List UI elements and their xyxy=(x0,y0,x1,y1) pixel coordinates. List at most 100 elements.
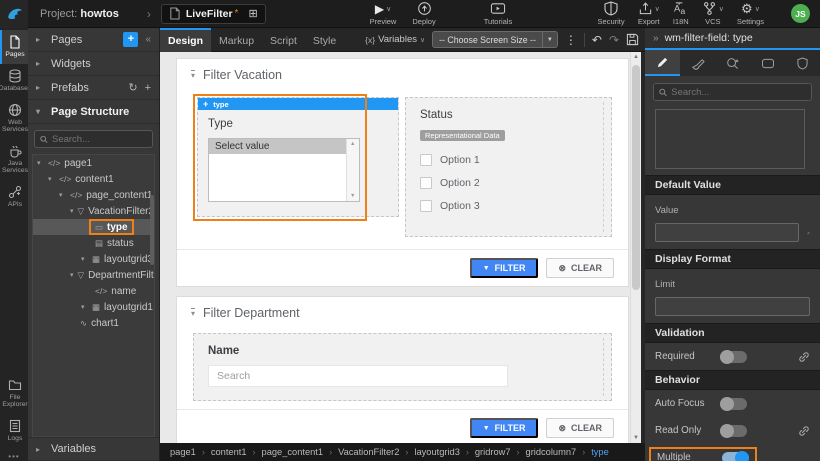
screen-size-select[interactable]: -- Choose Screen Size -- ▼ xyxy=(432,31,558,48)
scroll-up-icon[interactable]: ▲ xyxy=(633,54,639,60)
collapse-panel-icon[interactable]: « xyxy=(145,34,151,45)
section-pages[interactable]: ▸ Pages + « xyxy=(28,28,159,52)
page-structure-search[interactable] xyxy=(34,130,153,148)
filter-button[interactable]: ▼ FILTER xyxy=(470,418,539,438)
scroll-up-icon[interactable]: ▲ xyxy=(350,141,355,147)
crumb-page-content1[interactable]: page_content1 xyxy=(262,447,324,457)
required-toggle[interactable] xyxy=(720,351,747,363)
user-avatar[interactable]: JS xyxy=(791,4,810,23)
checkbox-option-2[interactable]: Option 2 xyxy=(420,177,597,189)
add-page-button[interactable]: + xyxy=(123,32,138,47)
i18n-button[interactable]: Aa I18N xyxy=(673,1,689,26)
tab-design[interactable]: Design xyxy=(160,28,211,52)
filter-button[interactable]: ▼ FILTER xyxy=(470,258,539,278)
clear-button[interactable]: ⊗ CLEAR xyxy=(546,258,614,278)
bind-link-icon[interactable] xyxy=(798,351,810,363)
selected-widget-bar[interactable]: + type xyxy=(198,98,398,110)
tab-inspect[interactable] xyxy=(715,50,750,76)
add-prefab-icon[interactable]: + xyxy=(145,82,151,94)
caret-down-icon[interactable]: ▾ xyxy=(59,191,66,199)
name-search-input[interactable] xyxy=(208,365,508,387)
read-only-toggle[interactable] xyxy=(720,425,747,437)
tab-markup[interactable]: Markup xyxy=(211,28,262,52)
caret-down-icon[interactable]: ▾ xyxy=(81,255,88,263)
bind-link-icon[interactable] xyxy=(798,425,810,437)
tree-item-page1[interactable]: ▾ </> page1 xyxy=(33,155,154,171)
checkbox-option-3[interactable]: Option 3 xyxy=(420,200,597,212)
tree-item-layoutgrid1[interactable]: ▾ ▦ layoutgrid1 xyxy=(33,299,154,315)
page-tab-livefilter[interactable]: LiveFilter * ⊞ xyxy=(161,4,266,24)
page-switcher-icon[interactable]: ⊞ xyxy=(248,7,257,20)
tab-style[interactable]: Style xyxy=(305,28,344,52)
scroll-down-icon[interactable]: ▼ xyxy=(633,435,639,441)
limit-input[interactable] xyxy=(655,297,810,316)
caret-down-icon[interactable]: ▾ xyxy=(81,303,88,311)
crumb-vacationfilter2[interactable]: VacationFilter2 xyxy=(338,447,399,457)
bind-link-icon[interactable] xyxy=(807,227,810,239)
value-input[interactable] xyxy=(655,223,799,242)
auto-focus-toggle[interactable] xyxy=(720,398,747,410)
gridcolumn-type[interactable]: + type Type Select value ▲ ▼ xyxy=(197,97,399,217)
section-prefabs[interactable]: ▸ Prefabs ↻ + xyxy=(28,76,159,100)
rail-overflow-button[interactable]: ••• xyxy=(0,452,28,461)
undo-icon[interactable]: ↶ xyxy=(592,33,602,47)
tab-properties[interactable] xyxy=(645,50,680,76)
caret-down-icon[interactable]: ▾ xyxy=(37,159,44,167)
kebab-menu-icon[interactable]: ⋮ xyxy=(565,33,577,47)
clear-button[interactable]: ⊗ CLEAR xyxy=(546,418,614,438)
section-widgets[interactable]: ▸ Widgets xyxy=(28,52,159,76)
caret-down-icon[interactable]: ▾ xyxy=(70,207,74,215)
tree-item-content1[interactable]: ▾ </> content1 xyxy=(33,171,154,187)
checkbox-icon[interactable] xyxy=(420,200,432,212)
tree-item-layoutgrid3[interactable]: ▾ ▦ layoutgrid3 xyxy=(33,251,154,267)
properties-search-input[interactable] xyxy=(671,87,806,98)
rail-item-logs[interactable]: Logs xyxy=(0,414,28,448)
wavemaker-logo[interactable] xyxy=(0,0,28,28)
settings-button[interactable]: ⚙∨ Settings xyxy=(737,1,764,26)
rail-item-java-services[interactable]: Java Services xyxy=(0,139,28,180)
tree-item-page-content1[interactable]: ▾ </> page_content1 xyxy=(33,187,154,203)
crumb-content1[interactable]: content1 xyxy=(211,447,247,457)
select-value-row[interactable]: Select value xyxy=(209,139,346,154)
crumb-gridcolumn7[interactable]: gridcolumn7 xyxy=(526,447,577,457)
search-input[interactable] xyxy=(52,134,147,145)
tree-item-departmentfilter1[interactable]: ▾ ▽ DepartmentFilter1 xyxy=(33,267,154,283)
refresh-icon[interactable]: ↻ xyxy=(128,81,137,94)
vcs-button[interactable]: ∨ VCS xyxy=(702,1,724,26)
deploy-button[interactable]: Deploy xyxy=(412,1,435,26)
rail-item-apis[interactable]: APIs xyxy=(0,180,28,214)
scrollbar-thumb[interactable] xyxy=(632,65,640,290)
properties-search[interactable] xyxy=(653,83,812,101)
scroll-down-icon[interactable]: ▼ xyxy=(350,193,355,199)
checkbox-icon[interactable] xyxy=(420,177,432,189)
caret-down-icon[interactable]: ▾ xyxy=(70,271,74,279)
tab-styles[interactable] xyxy=(680,50,715,76)
move-handle-icon[interactable]: + xyxy=(203,99,208,109)
save-icon[interactable] xyxy=(626,33,639,46)
tree-item-type[interactable]: ▭ type xyxy=(33,219,154,235)
tree-item-vacationfilter2[interactable]: ▾ ▽ VacationFilter2 xyxy=(33,203,154,219)
rail-item-web-services[interactable]: Web Services xyxy=(0,98,28,139)
checkbox-option-1[interactable]: Option 1 xyxy=(420,154,597,166)
export-button[interactable]: ∨ Export xyxy=(638,1,660,26)
tab-security[interactable] xyxy=(785,50,820,76)
tree-item-status[interactable]: ▤ status xyxy=(33,235,154,251)
preview-button[interactable]: ▶∨ Preview xyxy=(370,1,397,26)
section-page-structure[interactable]: ▾ Page Structure xyxy=(28,100,159,124)
caret-down-icon[interactable]: ▾ xyxy=(48,175,55,183)
panel-collapse-icon[interactable]: ▾ xyxy=(191,70,195,80)
rail-item-databases[interactable]: Databases xyxy=(0,64,28,98)
redo-icon[interactable]: ↷ xyxy=(609,33,619,47)
tab-script[interactable]: Script xyxy=(262,28,305,52)
checkbox-icon[interactable] xyxy=(420,154,432,166)
type-select-widget[interactable]: Select value ▲ ▼ xyxy=(208,138,360,202)
gridcolumn-name[interactable]: Name xyxy=(193,333,612,401)
listbox-scrollbar[interactable]: ▲ ▼ xyxy=(346,139,359,201)
tree-scrollbar[interactable] xyxy=(150,195,154,265)
crumb-page1[interactable]: page1 xyxy=(170,447,196,457)
section-variables[interactable]: ▸ Variables xyxy=(28,437,159,461)
canvas-scrollbar[interactable]: ▲ ▼ xyxy=(630,52,641,443)
gridcolumn-status[interactable]: Status Representational Data Option 1 Op… xyxy=(405,97,612,237)
design-canvas[interactable]: ▾ Filter Vacation + type Type Select val… xyxy=(160,52,645,443)
panel-collapse-icon[interactable]: ▾ xyxy=(191,308,195,318)
